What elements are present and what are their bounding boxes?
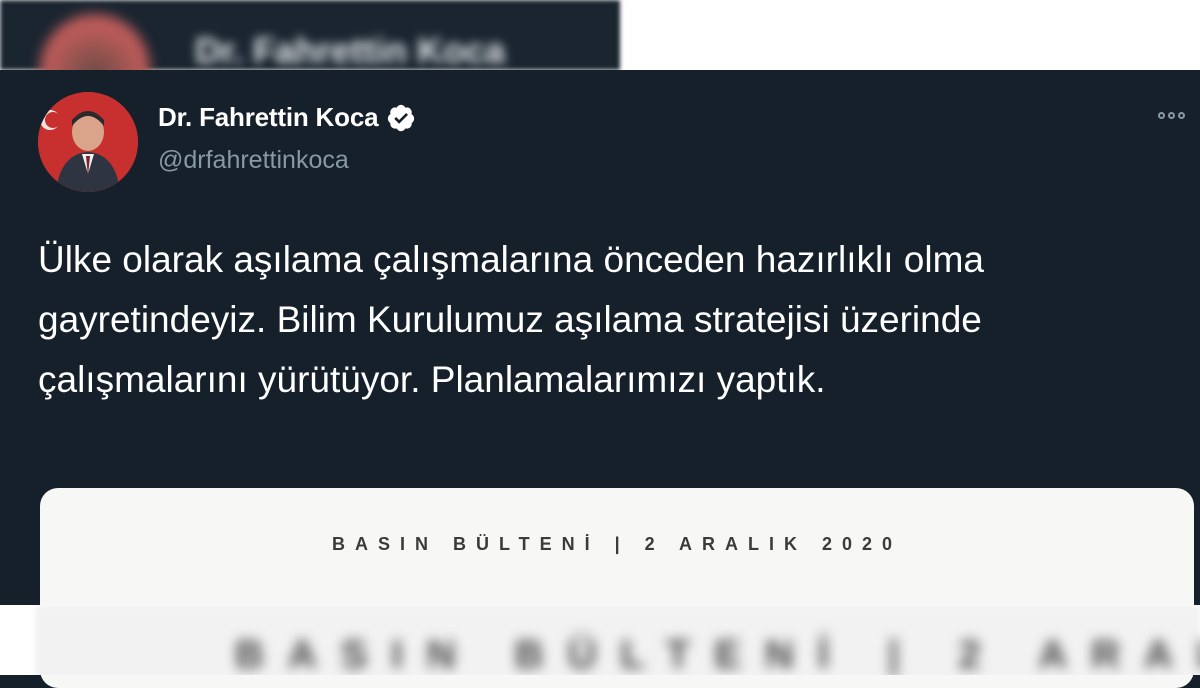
avatar-image [38, 92, 138, 192]
dot [1178, 112, 1185, 119]
dot [1158, 112, 1165, 119]
blurred-top-strip: Dr. Fahrettin Koca [0, 0, 1200, 70]
blurred-author-name: Dr. Fahrettin Koca [195, 30, 506, 70]
blurred-press-release-title: BASIN BÜLTENİ | 2 ARALIK [235, 633, 1200, 675]
author-row: Dr. Fahrettin Koca [158, 102, 416, 133]
author-name[interactable]: Dr. Fahrettin Koca [158, 102, 379, 133]
blurred-bottom-strip: BASIN BÜLTENİ | 2 ARALIK [0, 605, 1200, 675]
press-release-title: BASIN BÜLTENİ | 2 ARALIK 2020 [331, 534, 903, 554]
avatar[interactable] [38, 92, 138, 192]
verified-badge-icon [388, 104, 415, 131]
tweet-card: Dr. Fahrettin Koca @drfahrettinkoca Ülke… [0, 70, 1200, 688]
dot [1168, 112, 1175, 119]
tweet-text: Ülke olarak aşılama çalışmalarına öncede… [38, 239, 984, 400]
more-horizontal-icon[interactable] [1158, 112, 1198, 132]
author-handle[interactable]: @drfahrettinkoca [158, 146, 349, 175]
